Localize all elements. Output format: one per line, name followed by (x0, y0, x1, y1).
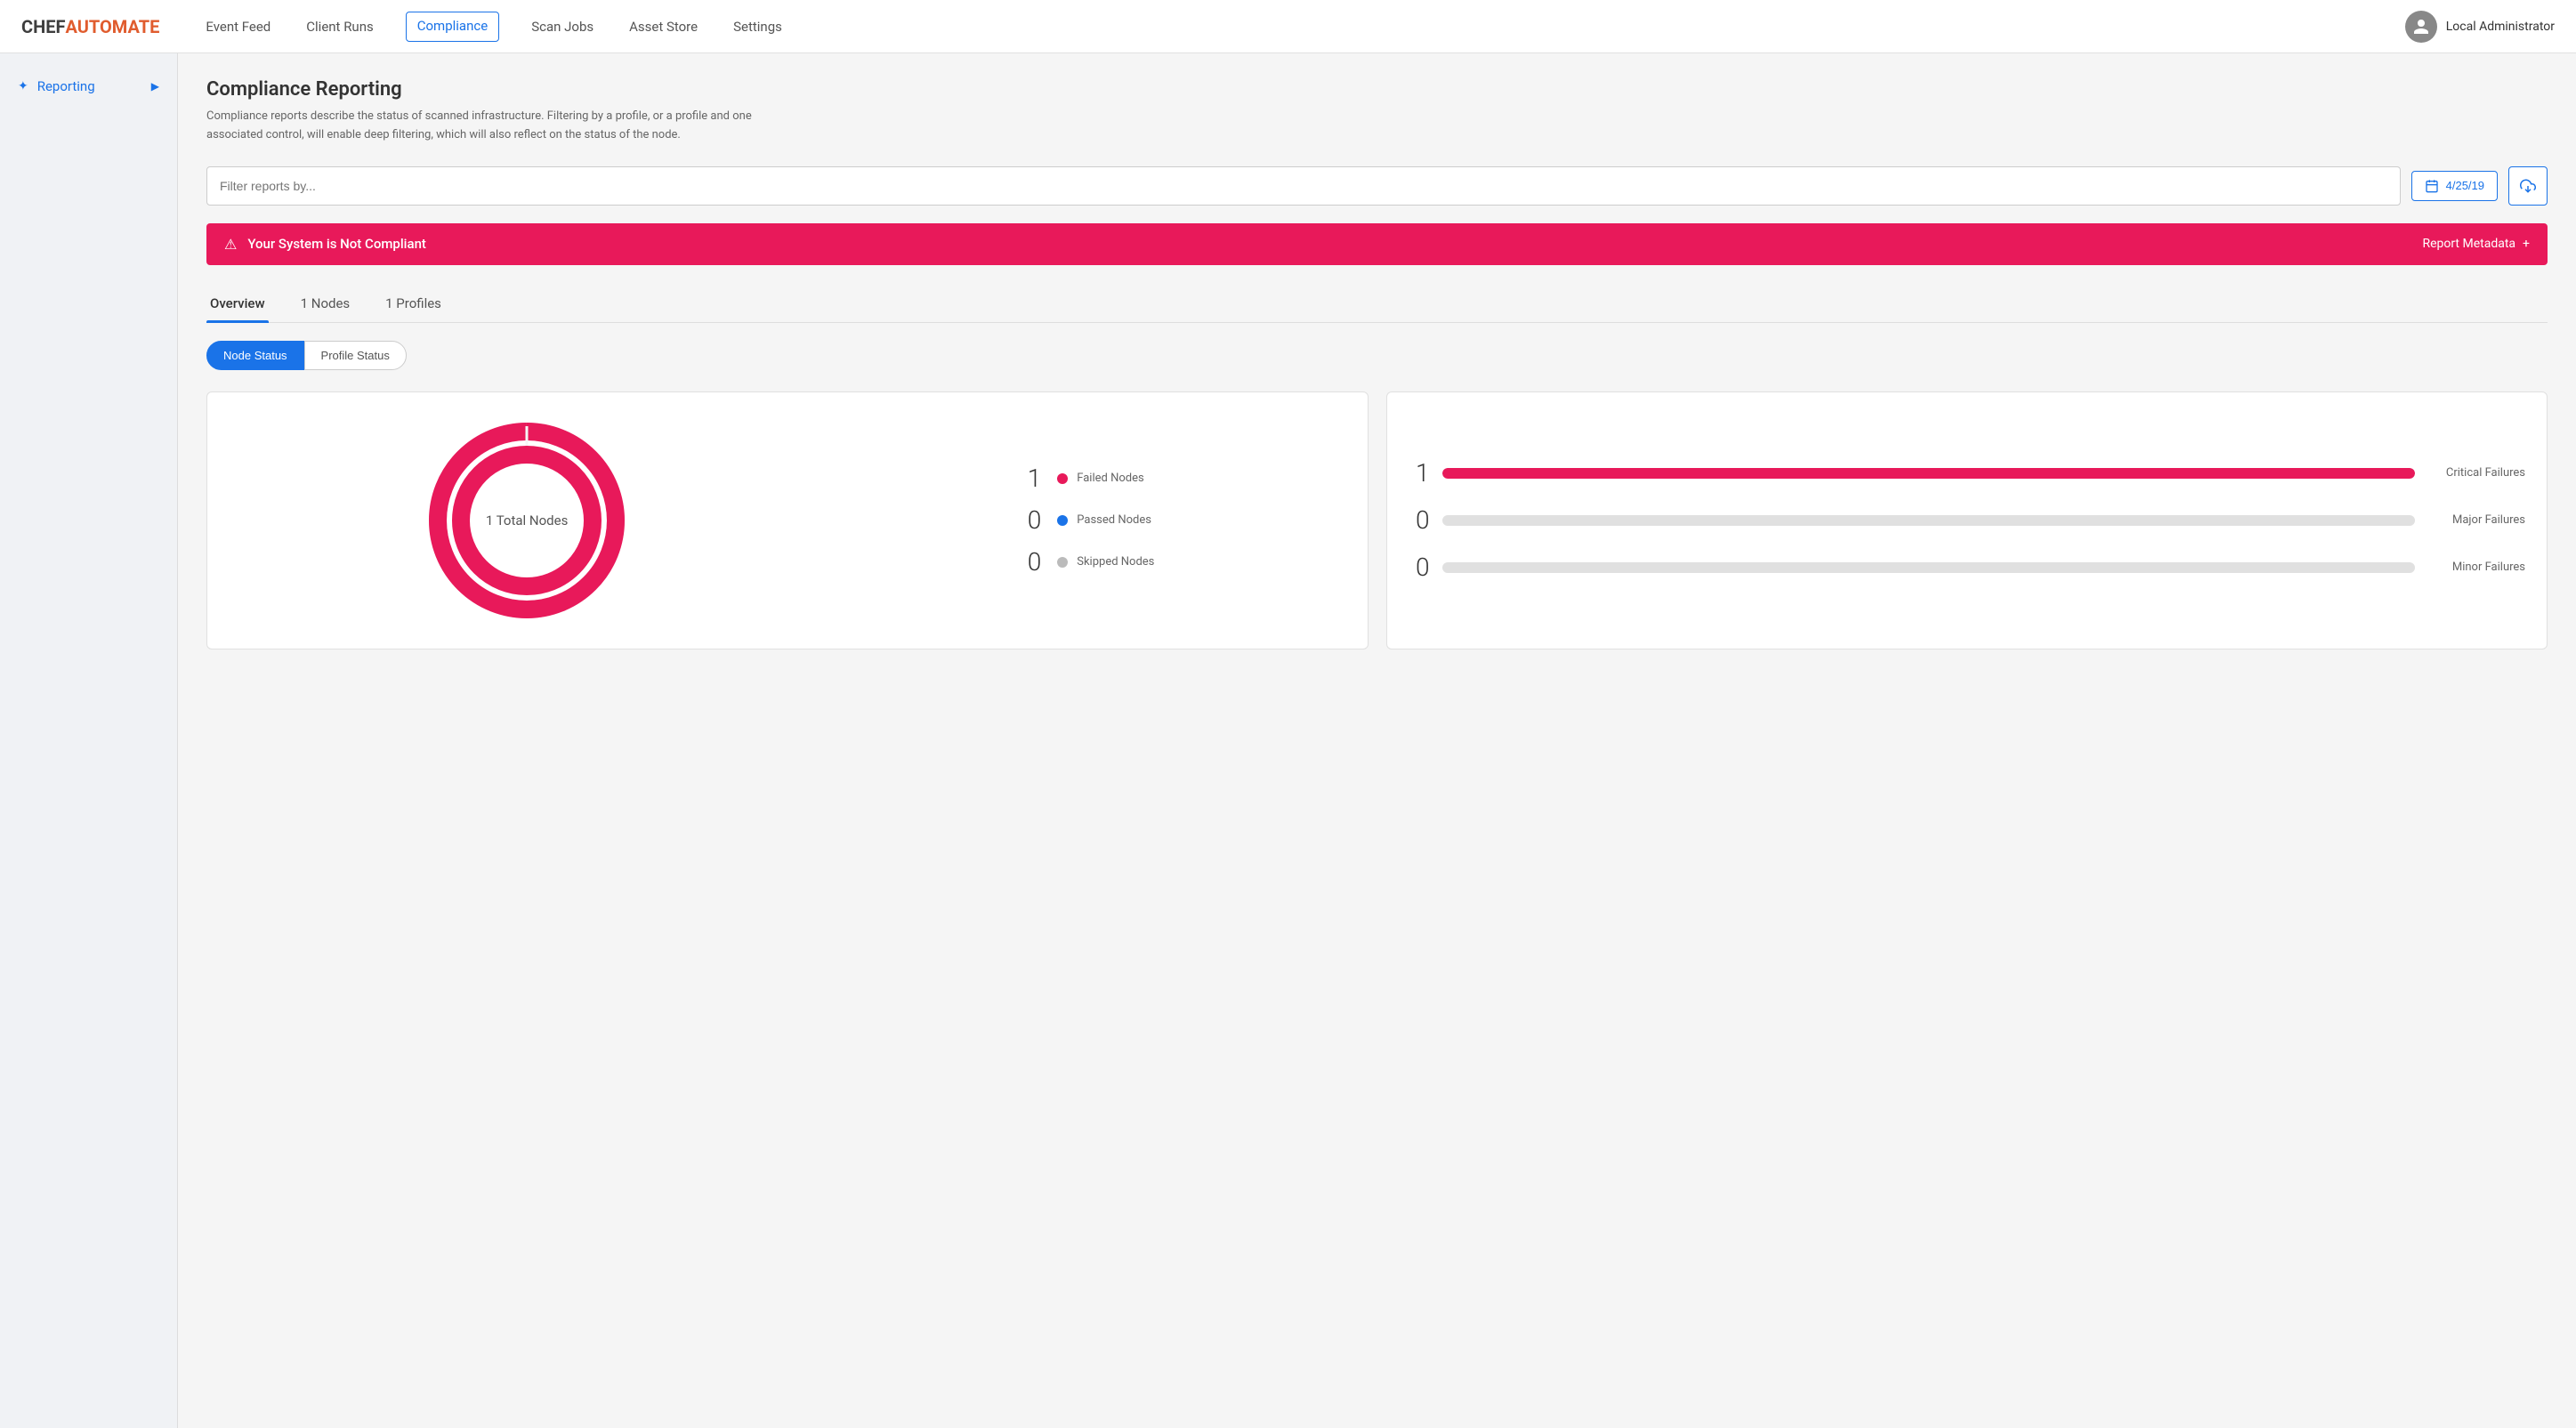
tabs: Overview 1 Nodes 1 Profiles (206, 286, 2548, 323)
major-bar-track (1442, 515, 2416, 526)
user-name: Local Administrator (2446, 20, 2555, 34)
critical-bar-fill (1442, 468, 2416, 479)
date-picker-button[interactable]: 4/25/19 (2411, 171, 2498, 201)
tab-nodes[interactable]: 1 Nodes (297, 286, 354, 322)
major-label: Major Failures (2427, 513, 2525, 527)
minor-bar-track (1442, 562, 2416, 573)
failed-label: Failed Nodes (1077, 472, 1143, 485)
page-title: Compliance Reporting (206, 78, 2548, 101)
main-content: Compliance Reporting Compliance reports … (178, 53, 2576, 1428)
passed-count: 0 (1016, 505, 1041, 535)
nodes-legend: 1 Failed Nodes 0 Passed Nodes 0 Skipped … (1016, 464, 1154, 577)
status-banner: ⚠ Your System is Not Compliant Report Me… (206, 223, 2548, 265)
nav-client-runs[interactable]: Client Runs (303, 12, 376, 42)
critical-count: 1 (1409, 458, 1430, 488)
export-button[interactable] (2508, 166, 2548, 206)
minor-count: 0 (1409, 553, 1430, 582)
passed-dot (1057, 515, 1068, 526)
legend-failed: 1 Failed Nodes (1016, 464, 1154, 493)
sidebar: ✦ Reporting ▶ (0, 53, 178, 1428)
tab-profiles[interactable]: 1 Profiles (382, 286, 445, 322)
reporting-icon: ✦ (18, 79, 28, 93)
user-area: Local Administrator (2405, 11, 2555, 43)
tab-overview[interactable]: Overview (206, 286, 269, 322)
failed-dot (1057, 473, 1068, 484)
bar-minor: 0 Minor Failures (1409, 553, 2526, 582)
app-logo: CHEFAUTOMATE (21, 16, 159, 37)
failures-bar-card: 1 Critical Failures 0 Major Failures (1386, 391, 2548, 649)
failed-count: 1 (1016, 464, 1041, 493)
warning-icon: ⚠ (224, 236, 237, 253)
page-description: Compliance reports describe the status o… (206, 108, 776, 145)
filter-input[interactable] (206, 166, 2401, 206)
critical-bar-track (1442, 468, 2416, 479)
banner-message: ⚠ Your System is Not Compliant (224, 236, 426, 253)
skipped-label: Skipped Nodes (1077, 555, 1154, 569)
critical-label: Critical Failures (2427, 466, 2525, 480)
nav-compliance[interactable]: Compliance (406, 12, 499, 42)
passed-label: Passed Nodes (1077, 513, 1151, 527)
top-nav: CHEFAUTOMATE Event Feed Client Runs Comp… (0, 0, 2576, 53)
metadata-label: Report Metadata (2422, 237, 2515, 251)
sidebar-item-reporting[interactable]: ✦ Reporting ▶ (0, 68, 177, 105)
legend-skipped: 0 Skipped Nodes (1016, 547, 1154, 577)
skipped-count: 0 (1016, 547, 1041, 577)
logo-automate: AUTOMATE (65, 16, 159, 37)
nav-links: Event Feed Client Runs Compliance Scan J… (202, 12, 2404, 42)
logo-chef: CHEF (21, 16, 65, 37)
sidebar-item-label: Reporting (37, 78, 95, 94)
cards-row: 1 Total Nodes 1 Failed Nodes 0 Passed No… (206, 391, 2548, 649)
report-metadata-button[interactable]: Report Metadata + (2422, 237, 2530, 251)
chevron-right-icon: ▶ (151, 80, 159, 93)
node-status-toggle[interactable]: Node Status (206, 341, 304, 370)
toggle-group: Node Status Profile Status (206, 341, 2548, 370)
filter-bar: 4/25/19 (206, 166, 2548, 206)
nodes-donut-card: 1 Total Nodes 1 Failed Nodes 0 Passed No… (206, 391, 1369, 649)
date-label: 4/25/19 (2446, 179, 2484, 192)
nav-scan-jobs[interactable]: Scan Jobs (528, 12, 597, 42)
major-count: 0 (1409, 505, 1430, 535)
minor-label: Minor Failures (2427, 561, 2525, 574)
nav-settings[interactable]: Settings (730, 12, 786, 42)
banner-text: Your System is Not Compliant (247, 236, 426, 252)
bar-critical: 1 Critical Failures (1409, 458, 2526, 488)
legend-passed: 0 Passed Nodes (1016, 505, 1154, 535)
donut-chart: 1 Total Nodes (420, 414, 634, 627)
bar-major: 0 Major Failures (1409, 505, 2526, 535)
profile-status-toggle[interactable]: Profile Status (304, 341, 407, 370)
avatar (2405, 11, 2437, 43)
nav-asset-store[interactable]: Asset Store (626, 12, 701, 42)
layout: ✦ Reporting ▶ Compliance Reporting Compl… (0, 53, 2576, 1428)
skipped-dot (1057, 557, 1068, 568)
nav-event-feed[interactable]: Event Feed (202, 12, 274, 42)
donut-center-label: 1 Total Nodes (486, 512, 568, 528)
plus-icon: + (2523, 237, 2530, 251)
